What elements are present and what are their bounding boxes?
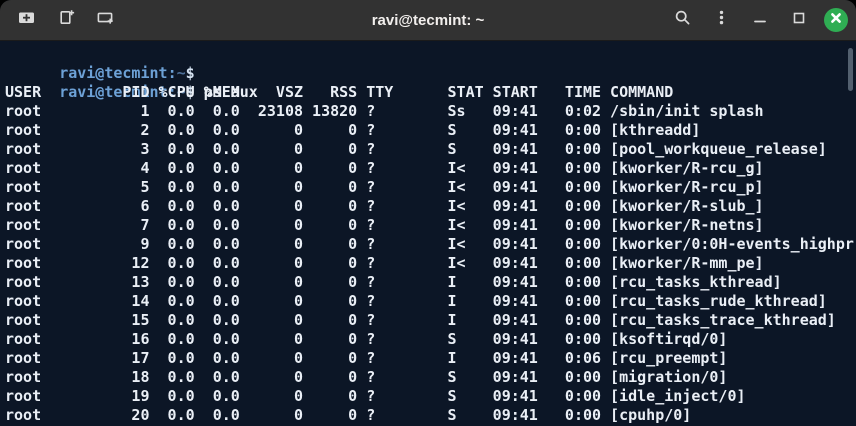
new-terminal-tab-icon: [97, 9, 115, 31]
search-icon: [674, 9, 691, 31]
terminal-content[interactable]: ravi@tecmint:~$ ravi@tecmint:~$ps aux US…: [0, 41, 856, 425]
prompt-dollar: $: [186, 64, 195, 82]
ps-row-line: root 18 0.0 0.0 0 0 ? S 09:41 0:00 [migr…: [5, 368, 856, 387]
maximize-icon: [791, 10, 807, 31]
new-terminal-tab-button[interactable]: [92, 6, 120, 34]
prompt-tilde: ~: [177, 64, 186, 82]
ps-row-line: root 5 0.0 0.0 0 0 ? I< 09:41 0:00 [kwor…: [5, 178, 856, 197]
ps-row-line: root 20 0.0 0.0 0 0 ? S 09:41 0:00 [cpuh…: [5, 406, 856, 425]
ps-aux-output: USER PID %CPU %MEM VSZ RSS TTY STAT STAR…: [5, 83, 856, 425]
maximize-button[interactable]: [785, 6, 813, 34]
ps-row-line: root 17 0.0 0.0 0 0 ? I 09:41 0:06 [rcu_…: [5, 349, 856, 368]
menu-button[interactable]: [707, 6, 735, 34]
terminal-window: ravi@tecmint: ~: [0, 0, 856, 426]
ps-row-line: root 15 0.0 0.0 0 0 ? I 09:41 0:00 [rcu_…: [5, 311, 856, 330]
scrollbar-thumb[interactable]: [848, 48, 853, 91]
minimize-button[interactable]: [746, 6, 774, 34]
prompt-colon: :: [168, 64, 177, 82]
new-window-icon: [18, 9, 35, 31]
ps-row-line: root 13 0.0 0.0 0 0 ? I 09:41 0:00 [rcu_…: [5, 273, 856, 292]
ps-row-line: root 9 0.0 0.0 0 0 ? I< 09:41 0:00 [kwor…: [5, 235, 856, 254]
ps-row-line: root 19 0.0 0.0 0 0 ? S 09:41 0:00 [idle…: [5, 387, 856, 406]
new-tab-icon: [58, 9, 75, 31]
ps-row-line: root 3 0.0 0.0 0 0 ? S 09:41 0:00 [pool_…: [5, 140, 856, 159]
new-tab-button[interactable]: [52, 6, 80, 34]
ps-header-line: USER PID %CPU %MEM VSZ RSS TTY STAT STAR…: [5, 83, 856, 102]
ps-row-line: root 16 0.0 0.0 0 0 ? S 09:41 0:00 [ksof…: [5, 330, 856, 349]
titlebar: ravi@tecmint: ~: [0, 0, 856, 41]
ps-row-line: root 6 0.0 0.0 0 0 ? I< 09:41 0:00 [kwor…: [5, 197, 856, 216]
ps-row-line: root 4 0.0 0.0 0 0 ? I< 09:41 0:00 [kwor…: [5, 159, 856, 178]
close-button[interactable]: [824, 8, 848, 32]
prompt-line: ravi@tecmint:~$: [5, 45, 856, 64]
search-button[interactable]: [668, 6, 696, 34]
minimize-icon: [752, 10, 768, 31]
kebab-menu-icon: [713, 9, 730, 31]
ps-row-line: root 7 0.0 0.0 0 0 ? I< 09:41 0:00 [kwor…: [5, 216, 856, 235]
ps-row-line: root 12 0.0 0.0 0 0 ? I< 09:41 0:00 [kwo…: [5, 254, 856, 273]
close-icon: [829, 11, 843, 30]
new-window-button[interactable]: [12, 6, 40, 34]
ps-row-line: root 1 0.0 0.0 23108 13820 ? Ss 09:41 0:…: [5, 102, 856, 121]
prompt-user-host: ravi@tecmint: [59, 64, 167, 82]
ps-row-line: root 14 0.0 0.0 0 0 ? I 09:41 0:00 [rcu_…: [5, 292, 856, 311]
titlebar-right-actions: [668, 6, 856, 34]
ps-row-line: root 2 0.0 0.0 0 0 ? S 09:41 0:00 [kthre…: [5, 121, 856, 140]
titlebar-left-actions: [0, 6, 120, 34]
